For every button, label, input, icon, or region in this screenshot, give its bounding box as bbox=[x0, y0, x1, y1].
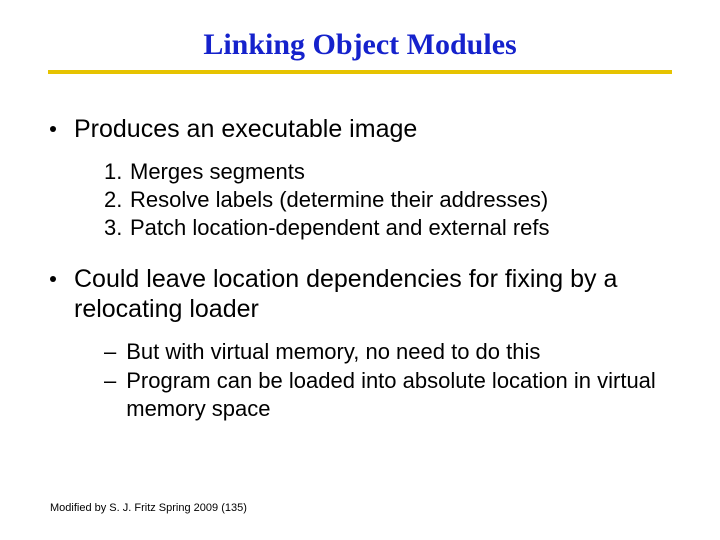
list-item: 1. Merges segments bbox=[104, 158, 670, 186]
list-number: 1. bbox=[104, 158, 126, 186]
bullet-icon bbox=[50, 126, 56, 132]
list-item: – Program can be loaded into absolute lo… bbox=[104, 367, 670, 423]
footer-text: Modified by S. J. Fritz Spring 2009 (135… bbox=[50, 502, 247, 514]
bullet-item: Produces an executable image bbox=[50, 114, 670, 144]
list-text: Program can be loaded into absolute loca… bbox=[126, 367, 670, 423]
title-underline bbox=[48, 70, 672, 74]
list-text: Resolve labels (determine their addresse… bbox=[130, 186, 548, 214]
slide-content: Produces an executable image 1. Merges s… bbox=[50, 114, 670, 423]
list-text: Merges segments bbox=[130, 158, 305, 186]
list-number: 3. bbox=[104, 214, 126, 242]
dash-icon: – bbox=[104, 367, 116, 395]
bullet-icon bbox=[50, 276, 56, 282]
list-number: 2. bbox=[104, 186, 126, 214]
dash-icon: – bbox=[104, 338, 116, 366]
bullet-text: Could leave location dependencies for fi… bbox=[74, 264, 670, 324]
bullet-item: Could leave location dependencies for fi… bbox=[50, 264, 670, 324]
list-text: But with virtual memory, no need to do t… bbox=[126, 338, 540, 366]
sub-list-numbered: 1. Merges segments 2. Resolve labels (de… bbox=[104, 158, 670, 242]
slide: Linking Object Modules Produces an execu… bbox=[0, 0, 720, 540]
list-item: 3. Patch location-dependent and external… bbox=[104, 214, 670, 242]
list-item: – But with virtual memory, no need to do… bbox=[104, 338, 670, 366]
slide-title: Linking Object Modules bbox=[50, 28, 670, 62]
list-text: Patch location-dependent and external re… bbox=[130, 214, 550, 242]
list-item: 2. Resolve labels (determine their addre… bbox=[104, 186, 670, 214]
bullet-text: Produces an executable image bbox=[74, 114, 670, 144]
sub-list-dash: – But with virtual memory, no need to do… bbox=[104, 338, 670, 422]
